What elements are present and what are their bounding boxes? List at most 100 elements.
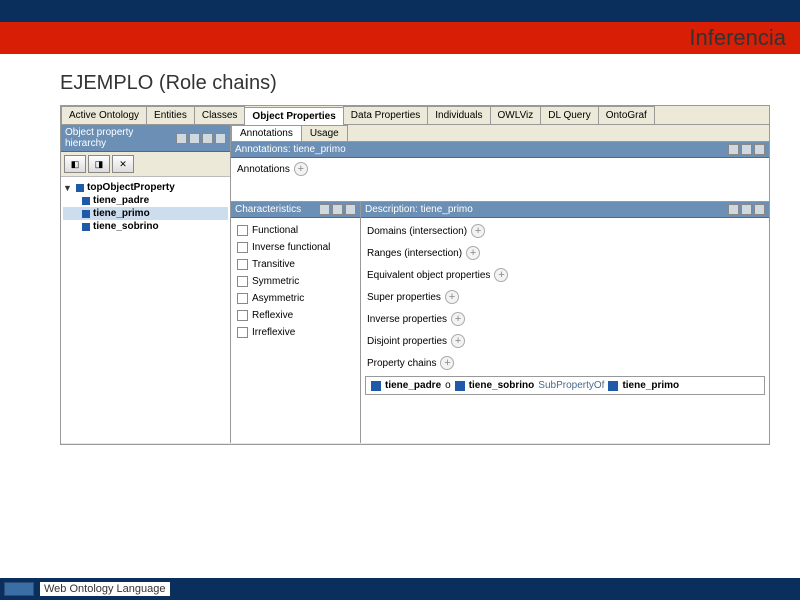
footer-logo-icon: [4, 582, 34, 596]
description-panel: Description: tiene_primo Domains (inters…: [361, 202, 769, 443]
footer-text: Web Ontology Language: [40, 582, 170, 596]
panel-icon[interactable]: [345, 204, 356, 215]
hierarchy-toolbar: ◧ ◨ ✕: [61, 152, 230, 177]
panel-icon[interactable]: [215, 133, 226, 144]
panel-icon[interactable]: [754, 204, 765, 215]
chain-relation: SubPropertyOf: [538, 380, 604, 391]
checkbox-icon[interactable]: [237, 293, 248, 304]
property-icon: [371, 381, 381, 391]
characteristics-title: Characteristics: [235, 204, 301, 215]
add-sibling-button[interactable]: ◧: [64, 155, 86, 173]
chain-prop-3: tiene_primo: [622, 380, 679, 391]
tree-root-row[interactable]: ▼ topObjectProperty: [63, 181, 228, 194]
annotations-body: Annotations +: [231, 158, 769, 202]
description-title: Description: tiene_primo: [365, 204, 473, 215]
top-navy-bar: [0, 0, 800, 22]
checkbox-icon[interactable]: [237, 310, 248, 321]
checkbox-row[interactable]: Inverse functional: [235, 239, 356, 256]
property-icon: [82, 197, 90, 205]
detail-panel: Annotations Usage Annotations: tiene_pri…: [231, 125, 769, 443]
checkbox-icon[interactable]: [237, 225, 248, 236]
description-header: Description: tiene_primo: [361, 202, 769, 218]
protege-window: Active Ontology Entities Classes Object …: [60, 105, 770, 445]
description-body: Domains (intersection)+ Ranges (intersec…: [361, 218, 769, 443]
panel-icon[interactable]: [741, 144, 752, 155]
tab-owlviz[interactable]: OWLViz: [490, 106, 542, 124]
chain-prop-1: tiene_padre: [385, 380, 441, 391]
add-super-button[interactable]: +: [445, 290, 459, 304]
property-chain-value[interactable]: tiene_padre o tiene_sobrino SubPropertyO…: [365, 376, 765, 395]
tab-object-properties[interactable]: Object Properties: [244, 107, 343, 125]
tree-item-label: tiene_primo: [93, 208, 150, 219]
panel-icon[interactable]: [754, 144, 765, 155]
add-annotation-button[interactable]: +: [294, 162, 308, 176]
checkbox-row[interactable]: Transitive: [235, 256, 356, 273]
tab-entities[interactable]: Entities: [146, 106, 195, 124]
chain-op: o: [445, 380, 451, 391]
property-icon: [76, 184, 84, 192]
checkbox-row[interactable]: Reflexive: [235, 307, 356, 324]
tab-active-ontology[interactable]: Active Ontology: [61, 106, 147, 124]
hierarchy-header: Object property hierarchy: [61, 125, 230, 152]
delete-button[interactable]: ✕: [112, 155, 134, 173]
checkbox-row[interactable]: Symmetric: [235, 273, 356, 290]
panel-icon[interactable]: [332, 204, 343, 215]
hierarchy-panel: Object property hierarchy ◧ ◨ ✕ ▼ topObj…: [61, 125, 231, 443]
equivalent-label: Equivalent object properties: [367, 270, 490, 281]
tab-classes[interactable]: Classes: [194, 106, 246, 124]
inner-tabs: Annotations Usage: [231, 125, 769, 142]
tree-item[interactable]: tiene_padre: [63, 194, 228, 207]
inner-tab-usage[interactable]: Usage: [301, 125, 348, 141]
tree-item[interactable]: tiene_primo: [63, 207, 228, 220]
annotations-header-icons: [728, 144, 765, 155]
tab-ontograf[interactable]: OntoGraf: [598, 106, 655, 124]
tab-data-properties[interactable]: Data Properties: [343, 106, 428, 124]
panel-icon[interactable]: [741, 204, 752, 215]
tree-item-label: tiene_padre: [93, 195, 149, 206]
checkbox-icon[interactable]: [237, 259, 248, 270]
checkbox-row[interactable]: Functional: [235, 222, 356, 239]
tab-dl-query[interactable]: DL Query: [540, 106, 598, 124]
panel-icon[interactable]: [728, 144, 739, 155]
property-icon: [82, 223, 90, 231]
add-domain-button[interactable]: +: [471, 224, 485, 238]
footer-bar: Web Ontology Language: [0, 578, 800, 600]
panel-icon[interactable]: [728, 204, 739, 215]
tab-individuals[interactable]: Individuals: [427, 106, 490, 124]
tree-root-label: topObjectProperty: [87, 182, 175, 193]
checkbox-row[interactable]: Irreflexive: [235, 324, 356, 341]
property-tree[interactable]: ▼ topObjectProperty tiene_padre tiene_pr…: [61, 177, 230, 443]
ranges-label: Ranges (intersection): [367, 248, 462, 259]
panel-icon[interactable]: [319, 204, 330, 215]
panel-icon[interactable]: [202, 133, 213, 144]
top-red-bar: Inferencia: [0, 22, 800, 54]
add-equivalent-button[interactable]: +: [494, 268, 508, 282]
slide-title: Inferencia: [689, 25, 786, 51]
add-child-button[interactable]: ◨: [88, 155, 110, 173]
characteristics-body: Functional Inverse functional Transitive…: [231, 218, 360, 443]
checkbox-row[interactable]: Asymmetric: [235, 290, 356, 307]
main-tabs: Active Ontology Entities Classes Object …: [61, 106, 769, 125]
inverse-label: Inverse properties: [367, 314, 447, 325]
panel-icon[interactable]: [176, 133, 187, 144]
checkbox-icon[interactable]: [237, 327, 248, 338]
tree-item[interactable]: tiene_sobrino: [63, 220, 228, 233]
add-chain-button[interactable]: +: [440, 356, 454, 370]
property-icon: [455, 381, 465, 391]
add-inverse-button[interactable]: +: [451, 312, 465, 326]
add-disjoint-button[interactable]: +: [451, 334, 465, 348]
hierarchy-title: Object property hierarchy: [65, 127, 176, 149]
chains-label: Property chains: [367, 358, 436, 369]
checkbox-icon[interactable]: [237, 276, 248, 287]
disjoint-label: Disjoint properties: [367, 336, 447, 347]
tree-toggle-icon[interactable]: ▼: [63, 183, 73, 193]
annotations-header: Annotations: tiene_primo: [231, 142, 769, 158]
add-range-button[interactable]: +: [466, 246, 480, 260]
panel-icon[interactable]: [189, 133, 200, 144]
annotations-label: Annotations: [237, 164, 290, 175]
slide-subtitle: EJEMPLO (Role chains): [0, 54, 800, 105]
tree-item-label: tiene_sobrino: [93, 221, 159, 232]
inner-tab-annotations[interactable]: Annotations: [231, 125, 302, 141]
property-icon: [82, 210, 90, 218]
checkbox-icon[interactable]: [237, 242, 248, 253]
